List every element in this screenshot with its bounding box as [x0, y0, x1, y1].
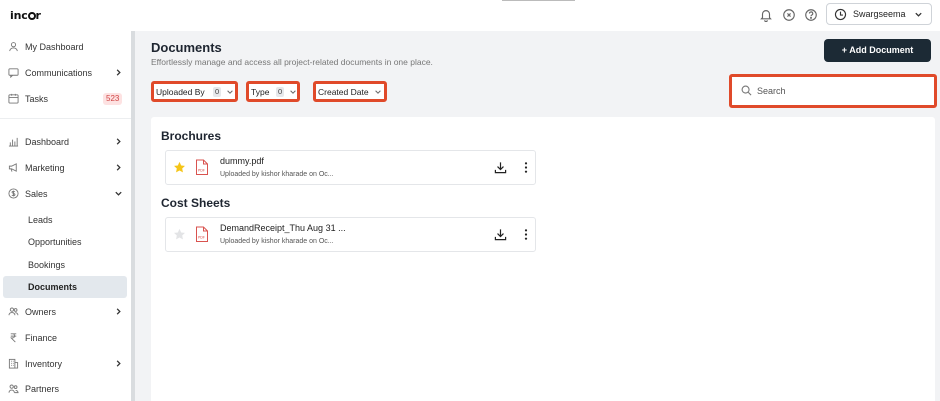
sidebar-item-label: Tasks — [25, 94, 49, 104]
page-subtitle: Effortlessly manage and access all proje… — [151, 57, 433, 67]
chevron-down-icon — [227, 90, 233, 94]
logo-mark-icon — [27, 12, 36, 20]
top-bar: inc r Swargseema — [0, 0, 940, 31]
chevron-down-icon — [915, 12, 922, 17]
sidebar-item-finance[interactable]: Finance — [0, 327, 131, 349]
user-name: Swargseema — [853, 9, 906, 19]
partners-icon — [8, 384, 19, 394]
document-card[interactable]: PDF dummy.pdf Uploaded by kishor kharade… — [165, 150, 536, 185]
filter-label: Uploaded By — [156, 87, 205, 97]
filter-label: Created Date — [318, 87, 369, 97]
sidebar-item-label: Dashboard — [25, 137, 70, 147]
bar-chart-icon — [8, 137, 19, 147]
user-menu-button[interactable]: Swargseema — [826, 3, 932, 25]
sidebar-subitem-opportunities[interactable]: Opportunities — [0, 231, 131, 253]
sidebar-item-label: Owners — [25, 307, 57, 317]
sidebar-item-label: Partners — [25, 384, 60, 394]
svg-text:PDF: PDF — [198, 169, 205, 173]
page-title: Documents — [151, 40, 222, 55]
status-icon[interactable] — [782, 8, 796, 22]
megaphone-icon — [8, 163, 17, 172]
top-divider — [502, 0, 575, 1]
download-icon[interactable] — [494, 228, 507, 241]
sidebar-item-communications[interactable]: Communications — [0, 62, 131, 84]
sidebar-item-sales[interactable]: Sales — [0, 183, 131, 205]
sidebar-item-owners[interactable]: Owners — [0, 301, 131, 323]
section-title-brochures: Brochures — [161, 129, 222, 143]
sidebar-item-inventory[interactable]: Inventory — [0, 353, 131, 375]
sidebar-subitem-label: Opportunities — [28, 237, 82, 247]
sidebar-item-tasks[interactable]: Tasks 523 — [0, 88, 131, 110]
main-content: Documents Effortlessly manage and access… — [135, 31, 940, 401]
more-vertical-icon[interactable] — [522, 161, 530, 174]
search-box — [729, 74, 937, 108]
chat-icon — [8, 68, 19, 78]
search-icon — [741, 85, 752, 96]
bell-icon[interactable] — [759, 8, 773, 22]
sidebar-item-partners[interactable]: Partners — [0, 378, 131, 400]
users-icon — [8, 307, 19, 316]
filter-count: 0 — [276, 87, 285, 97]
search-input[interactable] — [757, 83, 927, 99]
tasks-count-badge: 523 — [103, 93, 123, 105]
documents-panel: Brochures PDF dummy.pdf Uploaded by kish… — [151, 117, 935, 401]
chevron-right-icon — [116, 164, 121, 171]
sidebar-item-marketing[interactable]: Marketing — [0, 157, 131, 179]
document-name[interactable]: dummy.pdf — [220, 156, 264, 166]
sidebar-item-label: Marketing — [25, 163, 65, 173]
filter-uploaded-by[interactable]: Uploaded By 0 — [151, 81, 238, 102]
sidebar-subitem-label: Documents — [28, 282, 78, 292]
sidebar-item-label: Communications — [25, 68, 93, 78]
app-logo[interactable]: inc r — [10, 9, 41, 22]
sidebar-subitem-bookings[interactable]: Bookings — [0, 254, 131, 276]
sidebar-subitem-documents[interactable]: Documents — [3, 276, 127, 298]
calendar-icon — [8, 93, 19, 104]
chevron-right-icon — [116, 360, 121, 367]
filter-label: Type — [251, 87, 270, 97]
filter-type[interactable]: Type 0 — [246, 81, 300, 102]
download-icon[interactable] — [494, 161, 507, 174]
chevron-right-icon — [116, 308, 121, 315]
sidebar: My Dashboard Communications Tasks 523 Da… — [0, 31, 135, 401]
chevron-right-icon — [116, 69, 121, 76]
document-card[interactable]: PDF DemandReceipt_Thu Aug 31 ... Uploade… — [165, 217, 536, 252]
pdf-file-icon: PDF — [196, 226, 208, 242]
sidebar-divider — [0, 118, 131, 119]
currency-icon — [8, 188, 19, 199]
sidebar-item-dashboard[interactable]: Dashboard — [0, 131, 131, 153]
document-name[interactable]: DemandReceipt_Thu Aug 31 ... — [220, 223, 346, 233]
chevron-down-icon — [290, 90, 296, 94]
sidebar-item-my-dashboard[interactable]: My Dashboard — [0, 36, 131, 58]
chevron-down-icon — [375, 90, 381, 94]
star-filled-icon[interactable] — [173, 161, 186, 174]
star-outline-icon[interactable] — [173, 228, 186, 241]
filter-count: 0 — [213, 87, 222, 97]
chevron-down-icon — [115, 191, 122, 196]
rupee-icon — [10, 333, 17, 343]
chevron-right-icon — [116, 138, 121, 145]
document-meta: Uploaded by kishor kharade on Oc... — [220, 238, 334, 245]
sidebar-item-label: Inventory — [25, 359, 63, 369]
sidebar-subitem-label: Bookings — [28, 260, 66, 270]
filter-created-date[interactable]: Created Date — [313, 81, 387, 102]
building-icon — [8, 358, 19, 369]
user-icon — [9, 42, 18, 52]
add-document-button[interactable]: + Add Document — [824, 39, 931, 62]
sidebar-item-label: Sales — [25, 189, 48, 199]
more-vertical-icon[interactable] — [522, 228, 530, 241]
sidebar-subitem-leads[interactable]: Leads — [0, 209, 131, 231]
user-switch-icon — [834, 8, 847, 21]
help-icon[interactable] — [804, 8, 818, 22]
sidebar-item-label: Finance — [25, 333, 58, 343]
pdf-file-icon: PDF — [196, 159, 208, 175]
section-title-cost-sheets: Cost Sheets — [161, 196, 231, 210]
document-meta: Uploaded by kishor kharade on Oc... — [220, 171, 334, 178]
svg-text:PDF: PDF — [198, 236, 205, 240]
sidebar-item-label: My Dashboard — [25, 42, 84, 52]
sidebar-subitem-label: Leads — [28, 215, 53, 225]
